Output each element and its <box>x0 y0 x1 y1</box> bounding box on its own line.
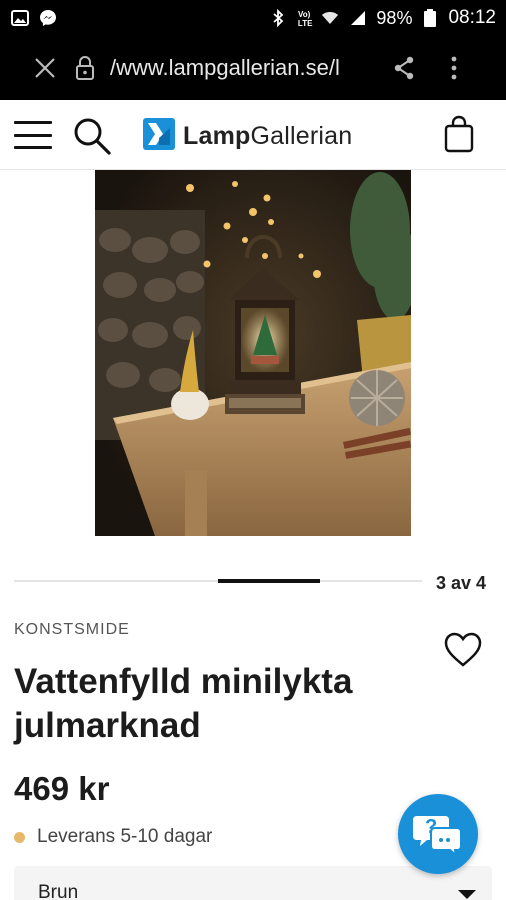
close-icon[interactable] <box>20 36 70 100</box>
chevron-down-icon <box>458 890 476 899</box>
battery-level: 98% <box>376 7 413 28</box>
site-logo[interactable]: LampGallerian <box>143 118 352 155</box>
url-text[interactable]: /www.lampgallerian.se/l <box>110 55 370 81</box>
delivery-info: Leverans 5-10 dagar <box>14 826 212 848</box>
battery-icon <box>420 9 440 27</box>
bluetooth-icon <box>268 9 288 27</box>
lock-icon <box>70 56 100 80</box>
messenger-icon <box>38 9 58 27</box>
site-header: LampGallerian <box>0 100 506 170</box>
product-brand[interactable]: KONSTSMIDE <box>14 621 130 639</box>
shopping-bag-icon[interactable] <box>444 115 474 153</box>
variant-select[interactable]: Brun <box>14 866 492 900</box>
gallery-progress-thumb[interactable] <box>218 579 320 583</box>
share-icon[interactable] <box>384 56 424 80</box>
product-image[interactable] <box>95 170 411 536</box>
chat-help-icon: ? <box>413 812 463 856</box>
signal-icon <box>348 9 368 27</box>
browser-url-bar: /www.lampgallerian.se/l <box>0 36 506 100</box>
logo-text-bold: Lamp <box>183 122 251 150</box>
product-title-line1: Vattenfylld minilykta <box>14 662 353 701</box>
product-price: 469 kr <box>14 770 110 807</box>
product-title: Vattenfylld minilykta julmarknad <box>14 660 434 748</box>
chat-help-label: ? <box>425 816 438 838</box>
chat-help-button[interactable]: ? <box>398 794 478 874</box>
product-title-line2: julmarknad <box>14 706 201 745</box>
status-time: 08:12 <box>448 7 496 28</box>
delivery-status-dot <box>14 831 25 843</box>
wifi-icon <box>320 9 340 27</box>
logo-icon <box>143 118 175 155</box>
variant-value: Brun <box>38 882 79 900</box>
gallery-icon <box>10 9 30 27</box>
delivery-text: Leverans 5-10 dagar <box>37 826 213 847</box>
search-icon[interactable] <box>72 116 112 156</box>
heart-icon[interactable] <box>444 632 482 668</box>
logo-text-light: Gallerian <box>250 122 353 150</box>
gallery-counter: 3 av 4 <box>436 573 487 593</box>
hamburger-menu-icon[interactable] <box>14 121 52 149</box>
status-bar: Vo) LTE 98% 08:12 <box>0 0 506 36</box>
overflow-menu-icon[interactable] <box>434 56 474 80</box>
network-type: LTE <box>297 18 313 28</box>
